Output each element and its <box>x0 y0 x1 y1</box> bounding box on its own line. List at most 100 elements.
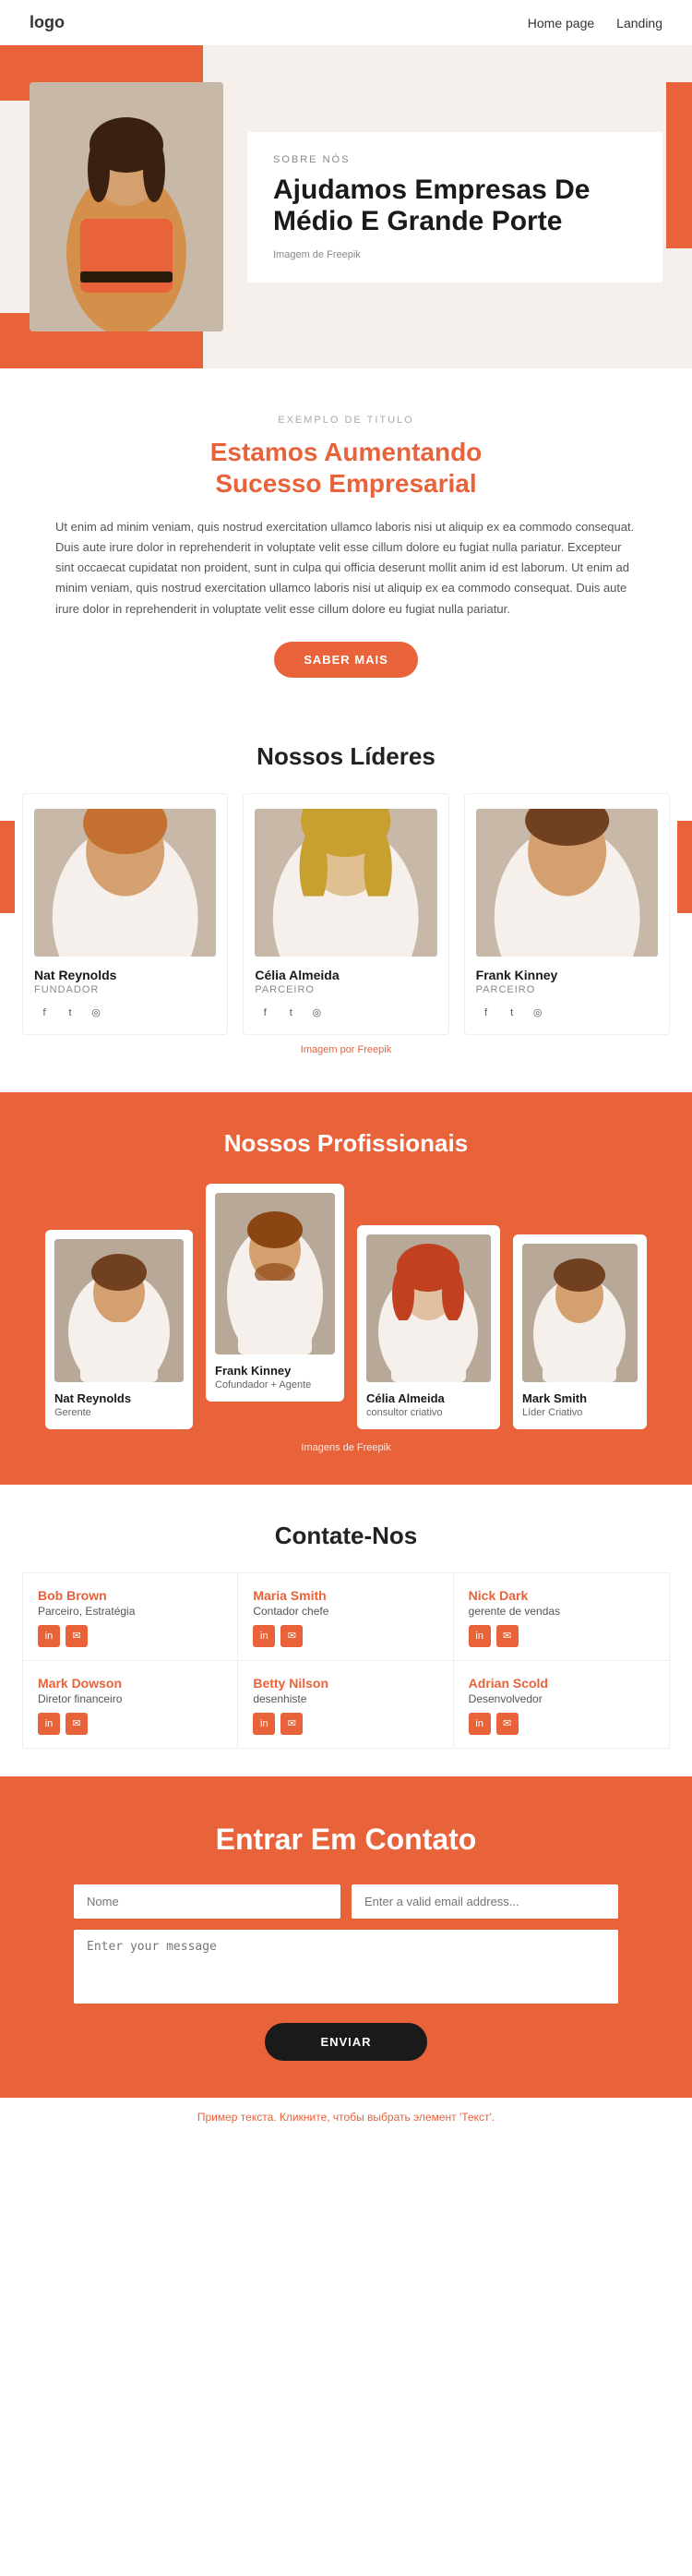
hero-title: Ajudamos Empresas De Médio E Grande Port… <box>273 175 637 238</box>
contact-name-4: Betty Nilson <box>253 1676 437 1691</box>
pro-photo-0 <box>54 1239 184 1382</box>
contact-role-3: Diretor financeiro <box>38 1692 222 1705</box>
leaders-image-credit: Imagem por Freepik <box>22 1035 670 1074</box>
contact-name-3: Mark Dowson <box>38 1676 222 1691</box>
contact-role-2: gerente de vendas <box>469 1605 654 1618</box>
contact-socials-3: in ✉ <box>38 1713 222 1735</box>
contact-card-3: Mark Dowson Diretor financeiro in ✉ <box>23 1661 238 1748</box>
hero-text-box: SOBRE NÓS Ajudamos Empresas De Médio E G… <box>247 132 662 283</box>
success-section: EXEMPLO DE TITULO Estamos Aumentando Suc… <box>0 368 692 678</box>
twitter-icon[interactable]: t <box>60 1003 80 1023</box>
leader-photo-2 <box>476 809 658 957</box>
leader-name-0: Nat Reynolds <box>34 968 216 982</box>
pro-card-2: Célia Almeida consultor criativo <box>357 1225 500 1429</box>
saber-mais-button[interactable]: SABER MAIS <box>274 642 418 678</box>
navbar: logo Home page Landing <box>0 0 692 45</box>
pro-card-0: Nat Reynolds Gerente <box>45 1230 193 1429</box>
pro-photo-3 <box>522 1244 638 1382</box>
contact-form-title: Entrar Em Contato <box>74 1823 618 1857</box>
leader-name-2: Frank Kinney <box>476 968 658 982</box>
twitter-icon[interactable]: t <box>502 1003 522 1023</box>
contact-role-1: Contador chefe <box>253 1605 437 1618</box>
instagram-icon[interactable]: ◎ <box>528 1003 548 1023</box>
contact-name-2: Nick Dark <box>469 1588 654 1603</box>
hero-person-photo <box>30 82 223 331</box>
hero-image-wrap <box>30 82 233 331</box>
nav-landing[interactable]: Landing <box>616 16 662 30</box>
leader-socials-1: f t ◎ <box>255 1003 436 1023</box>
pro-role-0: Gerente <box>54 1407 184 1418</box>
contact-role-5: Desenvolvedor <box>469 1692 654 1705</box>
leaders-left-accent <box>0 821 15 913</box>
facebook-icon[interactable]: f <box>255 1003 275 1023</box>
linkedin-icon[interactable]: in <box>253 1713 275 1735</box>
contact-card-0: Bob Brown Parceiro, Estratégia in ✉ <box>23 1573 238 1661</box>
submit-button[interactable]: ENVIAR <box>265 2023 426 2061</box>
pro-name-3: Mark Smith <box>522 1391 638 1405</box>
leader-socials-0: f t ◎ <box>34 1003 216 1023</box>
contact-role-4: desenhiste <box>253 1692 437 1705</box>
nav-home[interactable]: Home page <box>528 16 594 30</box>
instagram-icon[interactable]: ◎ <box>306 1003 327 1023</box>
contact-socials-2: in ✉ <box>469 1625 654 1647</box>
name-input[interactable] <box>74 1884 340 1919</box>
contact-name-0: Bob Brown <box>38 1588 222 1603</box>
linkedin-icon[interactable]: in <box>253 1625 275 1647</box>
pro-role-3: Líder Criativo <box>522 1407 638 1418</box>
hero-image-credit: Imagem de Freepik <box>273 249 637 260</box>
email-icon[interactable]: ✉ <box>496 1713 519 1735</box>
twitter-icon[interactable]: t <box>280 1003 301 1023</box>
leader-role-2: PARCEIRO <box>476 984 658 995</box>
leader-photo-1 <box>255 809 436 957</box>
instagram-icon[interactable]: ◎ <box>86 1003 106 1023</box>
section2-label: EXEMPLO DE TITULO <box>55 415 637 426</box>
leader-card-1: Célia Almeida PARCEIRO f t ◎ <box>243 793 448 1035</box>
email-icon[interactable]: ✉ <box>66 1625 88 1647</box>
facebook-icon[interactable]: f <box>476 1003 496 1023</box>
contact-socials-4: in ✉ <box>253 1713 437 1735</box>
email-icon[interactable]: ✉ <box>280 1713 303 1735</box>
leader-role-0: FUNDADOR <box>34 984 216 995</box>
pro-role-1: Cofundador + Agente <box>215 1379 335 1390</box>
contact-socials-1: in ✉ <box>253 1625 437 1647</box>
facebook-icon[interactable]: f <box>34 1003 54 1023</box>
linkedin-icon[interactable]: in <box>38 1625 60 1647</box>
pro-photo-2 <box>366 1234 491 1382</box>
pro-card-1: Frank Kinney Cofundador + Agente <box>206 1184 344 1402</box>
section2-desc: Ut enim ad minim veniam, quis nostrud ex… <box>0 517 692 641</box>
form-name-email-row <box>74 1884 618 1919</box>
contact-list-title: Contate-Nos <box>22 1522 670 1550</box>
leader-name-1: Célia Almeida <box>255 968 436 982</box>
message-textarea[interactable] <box>74 1930 618 2004</box>
contact-form-section: Entrar Em Contato ENVIAR <box>0 1776 692 2098</box>
hero-section: SOBRE NÓS Ajudamos Empresas De Médio E G… <box>0 45 692 368</box>
pro-card-3: Mark Smith Líder Criativo <box>513 1234 647 1429</box>
linkedin-icon[interactable]: in <box>38 1713 60 1735</box>
leaders-grid: Nat Reynolds FUNDADOR f t ◎ <box>22 793 670 1035</box>
contact-name-5: Adrian Scold <box>469 1676 654 1691</box>
professionals-title: Nossos Profissionais <box>22 1129 670 1158</box>
linkedin-icon[interactable]: in <box>469 1713 491 1735</box>
hero-label: SOBRE NÓS <box>273 154 637 165</box>
linkedin-icon[interactable]: in <box>469 1625 491 1647</box>
contact-socials-5: in ✉ <box>469 1713 654 1735</box>
contact-role-0: Parceiro, Estratégia <box>38 1605 222 1618</box>
contact-name-1: Maria Smith <box>253 1588 437 1603</box>
email-icon[interactable]: ✉ <box>496 1625 519 1647</box>
hero-orange-accent <box>666 82 692 248</box>
pro-name-1: Frank Kinney <box>215 1364 335 1378</box>
contact-card-1: Maria Smith Contador chefe in ✉ <box>238 1573 453 1661</box>
pro-name-0: Nat Reynolds <box>54 1391 184 1405</box>
email-input[interactable] <box>352 1884 618 1919</box>
contact-list-section: Contate-Nos Bob Brown Parceiro, Estratég… <box>0 1485 692 1776</box>
leader-card-2: Frank Kinney PARCEIRO f t ◎ <box>464 793 670 1035</box>
nav-links: Home page Landing <box>528 16 662 30</box>
leader-card-0: Nat Reynolds FUNDADOR f t ◎ <box>22 793 228 1035</box>
logo: logo <box>30 13 65 32</box>
email-icon[interactable]: ✉ <box>280 1625 303 1647</box>
leaders-section: Nossos Líderes Nat Reynolds FUNDADOR f t… <box>0 715 692 1092</box>
leader-photo-0 <box>34 809 216 957</box>
contact-grid: Bob Brown Parceiro, Estratégia in ✉ Mari… <box>22 1572 670 1749</box>
email-icon[interactable]: ✉ <box>66 1713 88 1735</box>
leaders-right-accent <box>677 821 692 913</box>
